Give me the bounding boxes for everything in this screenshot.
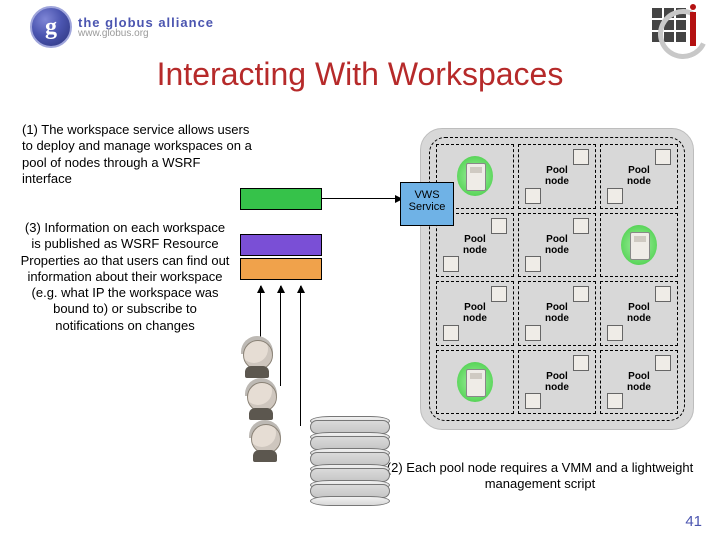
arrow-to-vws: [322, 198, 402, 199]
pool-node-label: Poolnode: [463, 302, 487, 324]
server-small-icon: [607, 188, 623, 204]
globus-g-icon: g: [30, 6, 72, 48]
server-small-icon: [525, 188, 541, 204]
server-small-icon: [443, 325, 459, 341]
image-stack-icon: [310, 418, 390, 506]
pool-cell: Poolnode: [436, 281, 514, 346]
pool-node-label: Poolnode: [545, 234, 569, 256]
i-dot-icon: [690, 4, 696, 10]
workspace-bar-purple: [240, 234, 322, 256]
pool-cell: Poolnode: [600, 350, 678, 415]
server-small-icon: [525, 325, 541, 341]
pool-cell: [436, 350, 514, 415]
vm-icon: [460, 159, 490, 193]
vws-label-1: VWS: [414, 189, 439, 201]
workspace-bar-green: [240, 188, 322, 210]
server-small-icon: [655, 355, 671, 371]
globus-url: www.globus.org: [78, 29, 214, 39]
pool-node-label: Poolnode: [627, 165, 651, 187]
server-small-icon: [525, 256, 541, 272]
pool-panel: Poolnode Poolnode Poolnode Poolnode Poolnode…: [420, 128, 694, 430]
server-small-icon: [491, 286, 507, 302]
i-bar-icon: [690, 12, 696, 46]
server-small-icon: [655, 286, 671, 302]
arrow-up-3: [300, 286, 301, 426]
pool-node-label: Poolnode: [545, 302, 569, 324]
pool-cell: Poolnode: [518, 281, 596, 346]
server-small-icon: [573, 218, 589, 234]
slide-title: Interacting With Workspaces: [0, 56, 720, 93]
server-small-icon: [655, 149, 671, 165]
server-small-icon: [491, 218, 507, 234]
user-icon: [248, 422, 282, 462]
pool-node-label: Poolnode: [627, 371, 651, 393]
server-small-icon: [573, 355, 589, 371]
globus-title: the globus alliance: [78, 16, 214, 29]
arrow-up-2: [280, 286, 281, 386]
server-small-icon: [573, 286, 589, 302]
vws-service-box: VWS Service: [400, 182, 454, 226]
page-number: 41: [685, 513, 702, 530]
caption-1: (1) The workspace service allows users t…: [22, 122, 252, 187]
vm-icon: [624, 228, 654, 262]
pool-node-label: Poolnode: [545, 165, 569, 187]
server-small-icon: [443, 256, 459, 272]
ci-logo: [650, 6, 696, 52]
server-small-icon: [607, 393, 623, 409]
user-icon: [240, 338, 274, 378]
pool-node-label: Poolnode: [545, 371, 569, 393]
pool-cell: Poolnode: [518, 213, 596, 278]
pool-cell: Poolnode: [518, 350, 596, 415]
caption-2: (2) Each pool node requires a VMM and a …: [380, 460, 700, 493]
pool-cell: Poolnode: [600, 281, 678, 346]
pool-node-label: Poolnode: [627, 302, 651, 324]
user-icon: [244, 380, 278, 420]
pool-node-label: Poolnode: [463, 234, 487, 256]
pool-cell: Poolnode: [600, 144, 678, 209]
vm-icon: [460, 365, 490, 399]
pool-cell: [600, 213, 678, 278]
server-small-icon: [573, 149, 589, 165]
server-small-icon: [525, 393, 541, 409]
globus-logo: g the globus alliance www.globus.org: [30, 6, 214, 48]
pool-cell: Poolnode: [518, 144, 596, 209]
server-small-icon: [607, 325, 623, 341]
vws-label-2: Service: [409, 201, 446, 213]
workspace-bar-orange: [240, 258, 322, 280]
caption-3: (3) Information on each workspace is pub…: [20, 220, 230, 334]
